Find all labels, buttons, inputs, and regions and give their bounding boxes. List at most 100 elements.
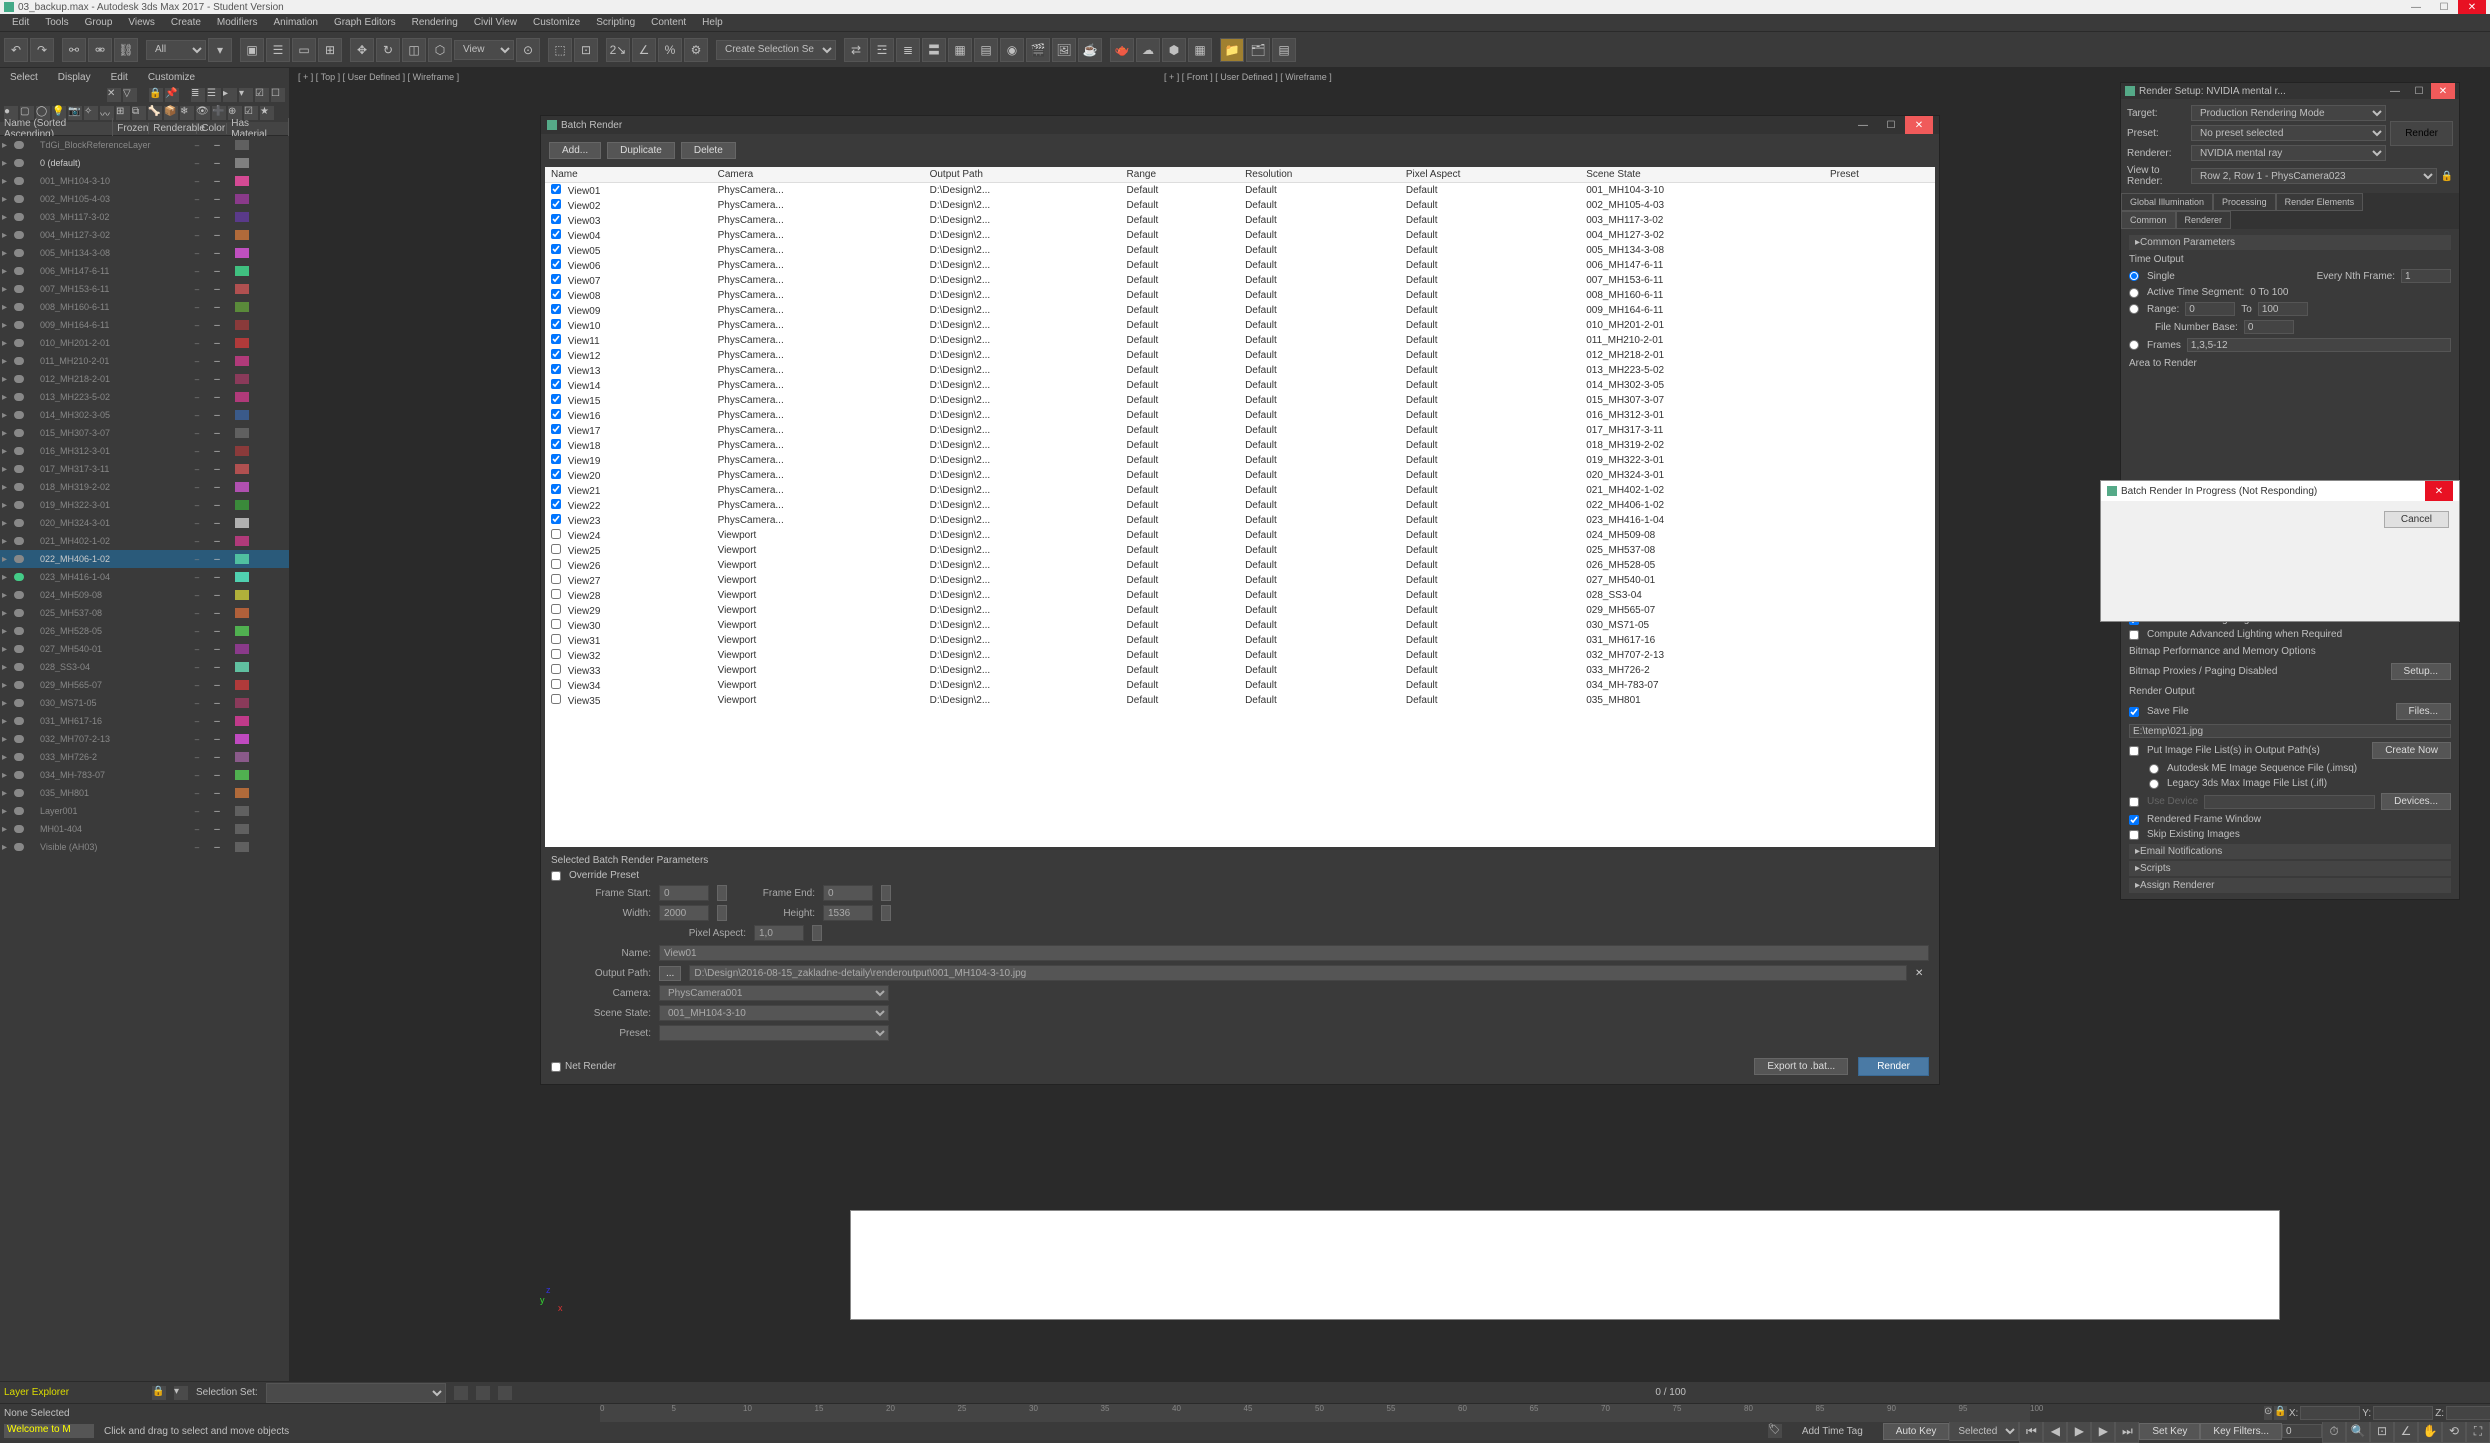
row-checkbox[interactable] — [551, 184, 561, 194]
range-to-input[interactable] — [2258, 302, 2308, 316]
play-icon[interactable]: ▶ — [2067, 1419, 2091, 1443]
table-row[interactable]: View27ViewportD:\Design\2...DefaultDefau… — [545, 573, 1935, 588]
mirror-icon[interactable]: ⇄ — [844, 38, 868, 62]
table-row[interactable]: View28ViewportD:\Design\2...DefaultDefau… — [545, 588, 1935, 603]
save-file-checkbox[interactable] — [2129, 707, 2139, 717]
table-row[interactable]: View24ViewportD:\Design\2...DefaultDefau… — [545, 528, 1935, 543]
fnb-input[interactable] — [2244, 320, 2294, 334]
tab-render-elements[interactable]: Render Elements — [2276, 193, 2364, 211]
table-row[interactable]: View11PhysCamera...D:\Design\2...Default… — [545, 333, 1935, 348]
layer-row[interactable]: ▸Visible (AH03)–– — [0, 838, 289, 856]
devices-button[interactable]: Devices... — [2381, 793, 2451, 810]
layer-row[interactable]: ▸022_MH406-1-02–– — [0, 550, 289, 568]
autokey-button[interactable]: Auto Key — [1883, 1423, 1950, 1440]
row-checkbox[interactable] — [551, 454, 561, 464]
menu-content[interactable]: Content — [643, 17, 694, 28]
curve-editor-icon[interactable]: 〓 — [922, 38, 946, 62]
table-row[interactable]: View08PhysCamera...D:\Design\2...Default… — [545, 288, 1935, 303]
layer-row[interactable]: ▸007_MH153-6-11–– — [0, 280, 289, 298]
lock-icon[interactable]: 🔒 — [149, 88, 163, 102]
row-checkbox[interactable] — [551, 409, 561, 419]
close-panel-icon[interactable]: ✕ — [107, 88, 121, 102]
row-checkbox[interactable] — [551, 529, 561, 539]
collapse-icon[interactable]: ▾ — [239, 88, 253, 102]
layer-row[interactable]: ▸034_MH-783-07–– — [0, 766, 289, 784]
maximize-button[interactable]: ☐ — [2430, 0, 2458, 14]
table-row[interactable]: View29ViewportD:\Design\2...DefaultDefau… — [545, 603, 1935, 618]
view-select[interactable]: Row 2, Row 1 - PhysCamera023 — [2191, 168, 2437, 184]
x-input[interactable] — [2300, 1406, 2360, 1420]
left-menu-edit[interactable]: Edit — [105, 72, 134, 83]
clear-output-icon[interactable]: ✕ — [1915, 968, 1929, 979]
layer-row[interactable]: ▸010_MH201-2-01–– — [0, 334, 289, 352]
timeline[interactable]: None Selected 05101520253035404550556065… — [0, 1404, 2490, 1422]
time-config-icon[interactable]: ⏱ — [2322, 1419, 2346, 1443]
row-checkbox[interactable] — [551, 199, 561, 209]
table-row[interactable]: View25ViewportD:\Design\2...DefaultDefau… — [545, 543, 1935, 558]
ss-icon1[interactable] — [454, 1386, 468, 1400]
layer-list[interactable]: ▸TdGi_BlockReferenceLayer––▸0 (default)–… — [0, 136, 289, 1381]
spinner-snap-icon[interactable]: ⚙ — [684, 38, 708, 62]
material-editor-icon[interactable]: ◉ — [1000, 38, 1024, 62]
isolate-icon[interactable]: ⊙ — [2264, 1406, 2272, 1420]
rs-maximize-button[interactable]: ☐ — [2407, 83, 2431, 99]
setup-button[interactable]: Setup... — [2391, 663, 2451, 680]
current-frame-input[interactable] — [2282, 1424, 2322, 1438]
spinner-icon[interactable] — [717, 905, 727, 921]
layer-row[interactable]: ▸024_MH509-08–– — [0, 586, 289, 604]
table-row[interactable]: View31ViewportD:\Design\2...DefaultDefau… — [545, 633, 1935, 648]
col-header[interactable]: Scene State — [1580, 167, 1824, 183]
selection-set-select[interactable]: Create Selection Se — [716, 40, 836, 60]
layer-row[interactable]: ▸019_MH322-3-01–– — [0, 496, 289, 514]
maxscript-prompt[interactable]: Welcome to M — [4, 1424, 94, 1438]
row-checkbox[interactable] — [551, 574, 561, 584]
select-all-icon[interactable]: ☑ — [255, 88, 269, 102]
layer-row[interactable]: ▸013_MH223-5-02–– — [0, 388, 289, 406]
vp-label-top-right[interactable]: [ + ] [ Front ] [ User Defined ] [ Wiref… — [1160, 70, 1336, 84]
menu-graph editors[interactable]: Graph Editors — [326, 17, 404, 28]
layer-row[interactable]: ▸011_MH210-2-01–– — [0, 352, 289, 370]
menu-tools[interactable]: Tools — [37, 17, 76, 28]
pixel-aspect-input[interactable] — [754, 925, 804, 941]
table-row[interactable]: View10PhysCamera...D:\Design\2...Default… — [545, 318, 1935, 333]
row-checkbox[interactable] — [551, 499, 561, 509]
table-row[interactable]: View16PhysCamera...D:\Design\2...Default… — [545, 408, 1935, 423]
row-checkbox[interactable] — [551, 634, 561, 644]
menu-modifiers[interactable]: Modifiers — [209, 17, 266, 28]
time-tag-icon[interactable]: 🏷 — [1768, 1424, 1782, 1438]
next-frame-icon[interactable]: ▶ — [2091, 1419, 2115, 1443]
table-row[interactable]: View12PhysCamera...D:\Design\2...Default… — [545, 348, 1935, 363]
layer-new-icon[interactable]: ➕ — [212, 106, 226, 120]
layer-row[interactable]: ▸029_MH565-07–– — [0, 676, 289, 694]
layer-row[interactable]: ▸005_MH134-3-08–– — [0, 244, 289, 262]
nth-input[interactable] — [2401, 269, 2451, 283]
toggle-ribbon-icon[interactable]: ▤ — [974, 38, 998, 62]
col-header[interactable]: Preset — [1824, 167, 1935, 183]
table-row[interactable]: View09PhysCamera...D:\Design\2...Default… — [545, 303, 1935, 318]
hierarchy-icon[interactable]: ≣ — [191, 88, 205, 102]
teapot-render-icon[interactable]: 🫖 — [1110, 38, 1134, 62]
lock-sel-icon[interactable]: 🔒 — [2274, 1406, 2286, 1420]
table-row[interactable]: View07PhysCamera...D:\Design\2...Default… — [545, 273, 1935, 288]
frame-end-input[interactable] — [823, 885, 873, 901]
hidden-icon[interactable]: 👁 — [196, 106, 210, 120]
layer-row[interactable]: ▸035_MH801–– — [0, 784, 289, 802]
add-button[interactable]: Add... — [549, 142, 601, 159]
move-icon[interactable]: ✥ — [350, 38, 374, 62]
table-row[interactable]: View17PhysCamera...D:\Design\2...Default… — [545, 423, 1935, 438]
range-from-input[interactable] — [2185, 302, 2235, 316]
common-params-rollup[interactable]: ▸Common Parameters — [2129, 235, 2451, 250]
row-checkbox[interactable] — [551, 259, 561, 269]
row-checkbox[interactable] — [551, 439, 561, 449]
keyfilters-button[interactable]: Key Filters... — [2200, 1423, 2282, 1440]
layer-row[interactable]: ▸033_MH726-2–– — [0, 748, 289, 766]
ifl-radio[interactable] — [2149, 779, 2159, 789]
row-checkbox[interactable] — [551, 379, 561, 389]
table-row[interactable]: View22PhysCamera...D:\Design\2...Default… — [545, 498, 1935, 513]
xref-icon[interactable]: ⧉ — [132, 106, 146, 120]
spinner-icon[interactable] — [881, 905, 891, 921]
override-preset-checkbox[interactable] — [551, 871, 561, 881]
layer-row[interactable]: ▸023_MH416-1-04–– — [0, 568, 289, 586]
rfw-checkbox[interactable] — [2129, 815, 2139, 825]
table-row[interactable]: View20PhysCamera...D:\Design\2...Default… — [545, 468, 1935, 483]
